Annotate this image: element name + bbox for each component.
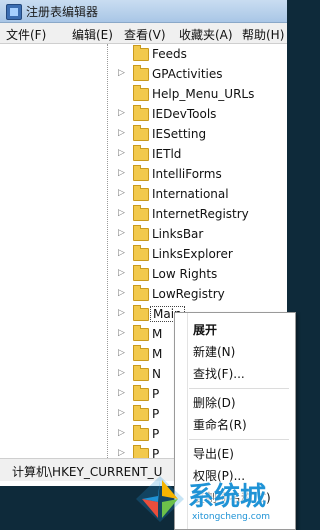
folder-icon <box>133 165 149 181</box>
folder-icon <box>133 225 149 241</box>
tree-item[interactable]: ▷ IESetting <box>0 124 287 144</box>
folder-icon <box>133 425 149 441</box>
expand-arrow-icon[interactable]: ▷ <box>118 368 125 378</box>
expand-arrow-icon[interactable]: ▷ <box>118 268 125 278</box>
expand-arrow-icon[interactable]: ▷ <box>118 108 125 118</box>
folder-icon <box>133 45 149 61</box>
tree-item-label: InternetRegistry <box>152 207 249 221</box>
tree-item-label: GPActivities <box>152 67 223 81</box>
expand-arrow-icon[interactable]: ▷ <box>118 168 125 178</box>
expand-arrow-icon[interactable]: ▷ <box>118 248 125 258</box>
tree-item-label: Low Rights <box>152 267 218 281</box>
expand-arrow-icon[interactable]: ▷ <box>118 188 125 198</box>
tree-item-label: International <box>152 187 229 201</box>
folder-icon <box>133 285 149 301</box>
tree-item[interactable]: ▷ GPActivities <box>0 64 287 84</box>
context-menu-item[interactable]: 展开 <box>193 321 217 338</box>
folder-icon <box>133 185 149 201</box>
watermark-logo-icon <box>136 476 184 522</box>
folder-icon <box>133 365 149 381</box>
watermark-brand: 系统城 <box>188 482 267 512</box>
folder-icon <box>133 125 149 141</box>
expand-arrow-icon[interactable]: ▷ <box>118 448 125 458</box>
context-menu-item[interactable]: 查找(F)... <box>193 365 245 382</box>
folder-icon <box>133 245 149 261</box>
tree-item[interactable]: ▷ Low Rights <box>0 264 287 284</box>
tree-item[interactable]: ▷ IntelliForms <box>0 164 287 184</box>
window-title: 注册表编辑器 <box>26 5 99 19</box>
expand-arrow-icon[interactable]: ▷ <box>118 68 125 78</box>
menu-favorites[interactable]: 收藏夹(A) <box>179 26 233 43</box>
tree-item-label: P <box>152 427 160 441</box>
expand-arrow-icon[interactable]: ▷ <box>118 308 125 318</box>
expand-arrow-icon[interactable]: ▷ <box>118 408 125 418</box>
tree-item-label: P <box>152 387 160 401</box>
expand-arrow-icon[interactable]: ▷ <box>118 128 125 138</box>
tree-item-label: LinksExplorer <box>152 247 233 261</box>
tree-item-label: IESetting <box>152 127 207 141</box>
context-menu-item[interactable]: 重命名(R) <box>193 416 247 433</box>
folder-icon <box>133 105 149 121</box>
context-menu-separator <box>189 439 289 440</box>
watermark-url: xitongcheng.com <box>192 512 270 522</box>
tree-item-label: P <box>152 407 160 421</box>
tree-item[interactable]: Feeds <box>0 44 287 64</box>
folder-icon <box>133 385 149 401</box>
tree-item[interactable]: ▷ LowRegistry <box>0 284 287 304</box>
tree-item-label: Help_Menu_URLs <box>152 87 255 101</box>
expand-arrow-icon[interactable]: ▷ <box>118 288 125 298</box>
expand-arrow-icon[interactable]: ▷ <box>118 328 125 338</box>
folder-icon <box>133 345 149 361</box>
tree-item[interactable]: ▷ International <box>0 184 287 204</box>
menu-view[interactable]: 查看(V) <box>124 26 166 43</box>
folder-icon <box>133 445 149 458</box>
folder-icon <box>133 85 149 101</box>
tree-item[interactable]: ▷ IEDevTools <box>0 104 287 124</box>
folder-icon <box>133 405 149 421</box>
tree-item-label: IntelliForms <box>152 167 222 181</box>
folder-icon <box>133 305 149 321</box>
menu-help[interactable]: 帮助(H) <box>242 26 284 43</box>
expand-arrow-icon[interactable]: ▷ <box>118 348 125 358</box>
menu-file[interactable]: 文件(F) <box>6 26 46 43</box>
tree-item-label: M <box>152 327 163 341</box>
folder-icon <box>133 265 149 281</box>
context-menu-item[interactable]: 删除(D) <box>193 394 236 411</box>
tree-item-label: Feeds <box>152 47 187 61</box>
folder-icon <box>133 325 149 341</box>
tree-item-label: LowRegistry <box>152 287 225 301</box>
tree-item-label: LinksBar <box>152 227 204 241</box>
menu-edit[interactable]: 编辑(E) <box>72 26 113 43</box>
tree-item-label: M <box>152 347 163 361</box>
tree-item-label: N <box>152 367 161 381</box>
context-menu-item[interactable]: 新建(N) <box>193 343 235 360</box>
tree-item[interactable]: ▷ LinksExplorer <box>0 244 287 264</box>
folder-icon <box>133 205 149 221</box>
tree-item[interactable]: ▷ IETld <box>0 144 287 164</box>
title-bar[interactable]: 注册表编辑器 <box>0 0 287 23</box>
expand-arrow-icon[interactable]: ▷ <box>118 428 125 438</box>
watermark: 系统城 xitongcheng.com <box>132 458 287 528</box>
context-menu-separator <box>189 388 289 389</box>
expand-arrow-icon[interactable]: ▷ <box>118 228 125 238</box>
expand-arrow-icon[interactable]: ▷ <box>118 148 125 158</box>
regedit-icon <box>6 4 22 20</box>
tree-item-label: IEDevTools <box>152 107 217 121</box>
expand-arrow-icon[interactable]: ▷ <box>118 388 125 398</box>
folder-icon <box>133 145 149 161</box>
folder-icon <box>133 65 149 81</box>
tree-item[interactable]: ▷ InternetRegistry <box>0 204 287 224</box>
expand-arrow-icon[interactable]: ▷ <box>118 208 125 218</box>
tree-item-label: IETld <box>152 147 182 161</box>
tree-item[interactable]: ▷ LinksBar <box>0 224 287 244</box>
tree-item-label: P <box>152 447 160 458</box>
tree-item[interactable]: Help_Menu_URLs <box>0 84 287 104</box>
menu-bar: 文件(F) 编辑(E) 查看(V) 收藏夹(A) 帮助(H) <box>0 23 287 44</box>
